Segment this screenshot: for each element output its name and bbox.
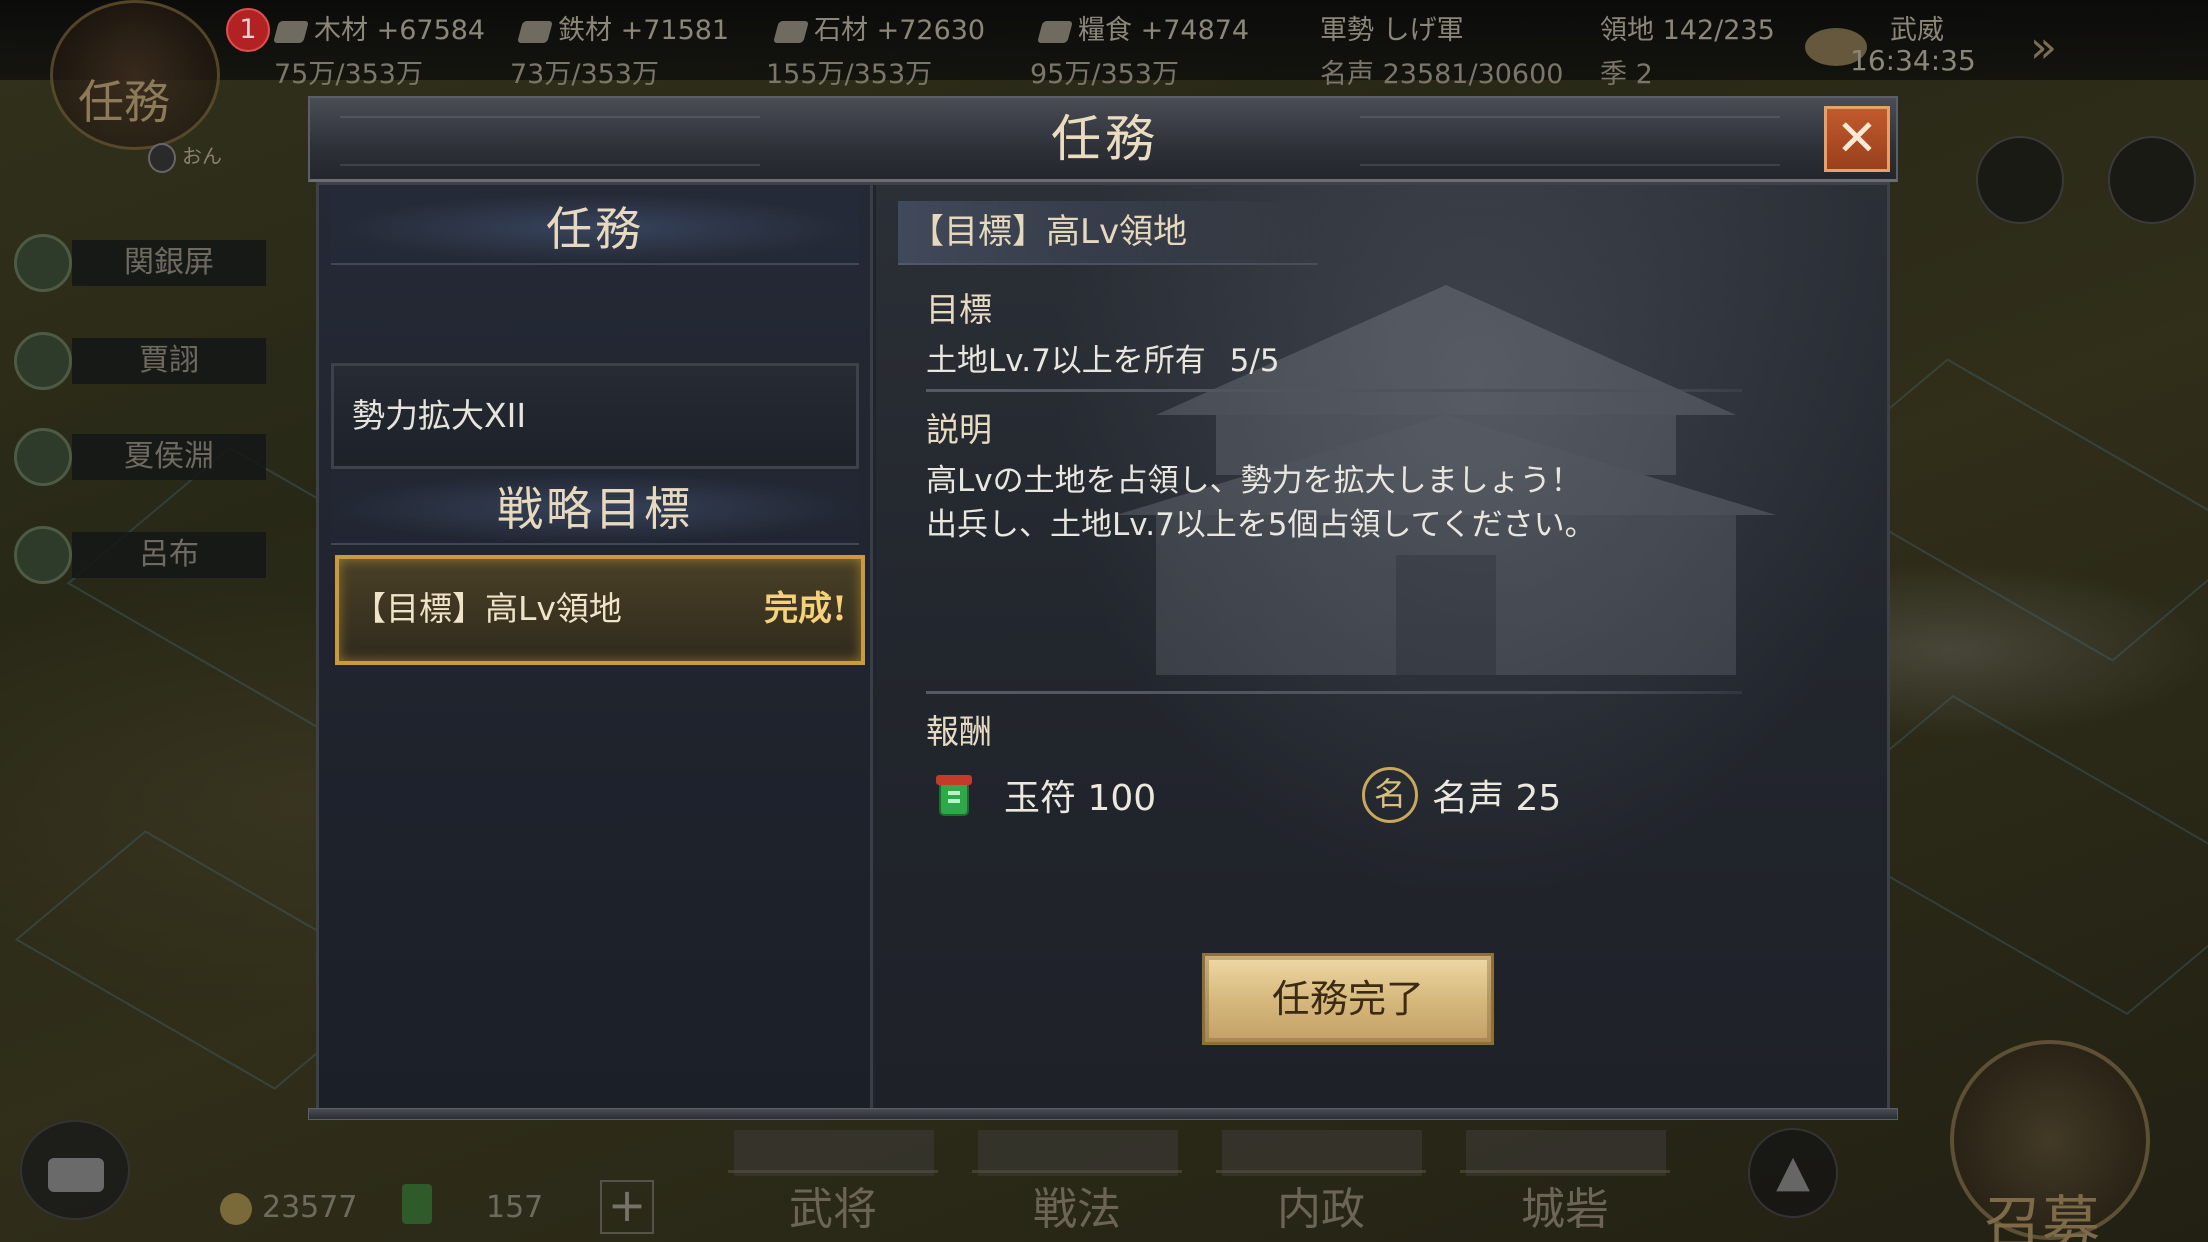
resource-wood: 木材 +67584 bbox=[273, 8, 485, 47]
side-item-general-1[interactable]: 関銀屏 bbox=[14, 234, 266, 292]
stone-amount: 155万/353万 bbox=[766, 59, 933, 90]
jade-count: 157 bbox=[486, 1190, 544, 1225]
side-item-label: 賈詡 bbox=[72, 338, 266, 384]
recruit-button[interactable]: 召募 bbox=[1950, 1040, 2150, 1242]
objective-detail-panel: 【目標】高Lv領地 目標 土地Lv.7以上を所有 5/5 説明 高Lvの土地を占… bbox=[876, 185, 1887, 1113]
reward-jade-text: 玉符 100 bbox=[1004, 778, 1157, 819]
dialog-header: 任務 ✕ bbox=[308, 96, 1898, 182]
stone-icon bbox=[773, 20, 809, 43]
close-button[interactable]: ✕ bbox=[1824, 106, 1890, 172]
fame-total: 名声 23581/30600 bbox=[1320, 59, 1564, 90]
dialog-title: 任務 bbox=[1051, 110, 1159, 168]
quest-list-panel: 任務 勢力拡大XII 戦略目標 【目標】高Lv領地 完成! bbox=[319, 185, 873, 1113]
clock: 16:34:35 bbox=[1850, 44, 1976, 77]
dialog-bottom-edge bbox=[308, 1108, 1898, 1120]
side-item-label: 呂布 bbox=[72, 532, 266, 578]
jade-talisman-icon bbox=[936, 775, 972, 816]
tab-tactics[interactable]: 戦法 bbox=[972, 1170, 1182, 1235]
season: 季 2 bbox=[1600, 59, 1653, 90]
objective-list-item[interactable]: 【目標】高Lv領地 完成! bbox=[335, 555, 865, 665]
complete-task-button[interactable]: 任務完了 bbox=[1202, 953, 1494, 1045]
back-arrow-button[interactable] bbox=[1976, 136, 2064, 224]
resource-stone: 石材 +72630 bbox=[773, 8, 985, 47]
quest-emblem-label: 任務 bbox=[78, 75, 170, 129]
side-item-label: 関銀屏 bbox=[72, 240, 266, 286]
wood-icon bbox=[273, 20, 309, 43]
gold-count: 23577 bbox=[220, 1190, 357, 1225]
grain-amount: 95万/353万 bbox=[1030, 59, 1179, 90]
goal-label: 目標 bbox=[926, 290, 992, 329]
prestige-label: 武威 bbox=[1890, 15, 1944, 46]
scroll-up-button[interactable]: ▲ bbox=[1748, 1128, 1838, 1218]
chat-bubble-icon bbox=[48, 1158, 104, 1192]
territory-count: 領地 142/235 bbox=[1600, 15, 1775, 46]
tab-fortress[interactable]: 城砦 bbox=[1460, 1170, 1670, 1235]
quest-emblem-sub: おん bbox=[148, 140, 222, 173]
recruit-label: 召募 bbox=[1984, 1189, 2101, 1242]
side-item-general-3[interactable]: 夏侯淵 bbox=[14, 428, 266, 486]
reward-label: 報酬 bbox=[926, 712, 992, 751]
jade-talisman-icon bbox=[402, 1184, 432, 1224]
tab-generals[interactable]: 武将 bbox=[728, 1170, 938, 1235]
grain-icon bbox=[1037, 20, 1073, 43]
description-line-1: 高Lvの土地を占領し、勢力を拡大しましょう！ bbox=[926, 463, 1582, 499]
complete-task-label: 任務完了 bbox=[1271, 977, 1424, 1021]
goal-description: 土地Lv.7以上を所有 bbox=[926, 343, 1206, 379]
objective-title: 【目標】高Lv領地 bbox=[910, 212, 1188, 252]
faction-name: 軍勢 しげ軍 bbox=[1320, 15, 1464, 46]
notification-badge: 1 bbox=[226, 8, 270, 52]
quest-emblem-button[interactable]: 任務 1 おん bbox=[50, 0, 270, 173]
horse-icon bbox=[14, 332, 72, 390]
quest-name: 勢力拡大XII bbox=[352, 396, 527, 435]
strategy-heading: 戦略目標 bbox=[331, 473, 859, 545]
objective-item-label: 【目標】高Lv領地 bbox=[353, 589, 622, 628]
wood-amount: 75万/353万 bbox=[274, 59, 423, 90]
horse-icon bbox=[14, 428, 72, 486]
quest-name-item[interactable]: 勢力拡大XII bbox=[331, 363, 859, 469]
add-currency-button[interactable]: + bbox=[600, 1180, 654, 1234]
divider bbox=[926, 389, 1742, 392]
completed-badge: 完成! bbox=[764, 589, 847, 629]
task-heading: 任務 bbox=[331, 193, 859, 265]
resource-grain: 糧食 +74874 bbox=[1037, 8, 1249, 47]
horse-icon bbox=[14, 234, 72, 292]
lock-icon bbox=[148, 142, 176, 173]
objective-header: 【目標】高Lv領地 bbox=[898, 201, 1318, 265]
expand-chevron-icon[interactable]: » bbox=[2030, 22, 2057, 73]
iron-amount: 73万/353万 bbox=[510, 59, 659, 90]
fame-icon: 名 bbox=[1362, 767, 1418, 823]
goal-text: 土地Lv.7以上を所有 5/5 bbox=[926, 335, 1280, 380]
divider bbox=[926, 691, 1742, 694]
description-line-2: 出兵し、土地Lv.7以上を5個占領してください。 bbox=[926, 507, 1596, 543]
dialog-body: 任務 勢力拡大XII 戦略目標 【目標】高Lv領地 完成! 【目標】高Lv領地 bbox=[316, 182, 1890, 1116]
gold-coin-icon bbox=[220, 1192, 252, 1225]
tent-icon bbox=[14, 526, 72, 584]
reward-fame-text: 名声 25 bbox=[1432, 778, 1562, 819]
goal-progress: 5/5 bbox=[1229, 343, 1280, 379]
resource-iron: 鉄材 +71581 bbox=[517, 8, 729, 47]
quest-dialog: 任務 ✕ 任務 勢力拡大XII 戦略目標 【目標】高Lv領地 完成! 【目標】高… bbox=[308, 96, 1898, 1126]
close-icon: ✕ bbox=[1836, 109, 1878, 167]
tab-domestic[interactable]: 内政 bbox=[1216, 1170, 1426, 1235]
description-label: 説明 bbox=[926, 410, 992, 449]
side-item-label: 夏侯淵 bbox=[72, 434, 266, 480]
location-pin-button[interactable] bbox=[2108, 136, 2196, 224]
side-item-general-4[interactable]: 呂布 bbox=[14, 526, 266, 584]
chat-button[interactable] bbox=[20, 1120, 130, 1220]
side-item-general-2[interactable]: 賈詡 bbox=[14, 332, 266, 390]
iron-icon bbox=[517, 20, 553, 43]
